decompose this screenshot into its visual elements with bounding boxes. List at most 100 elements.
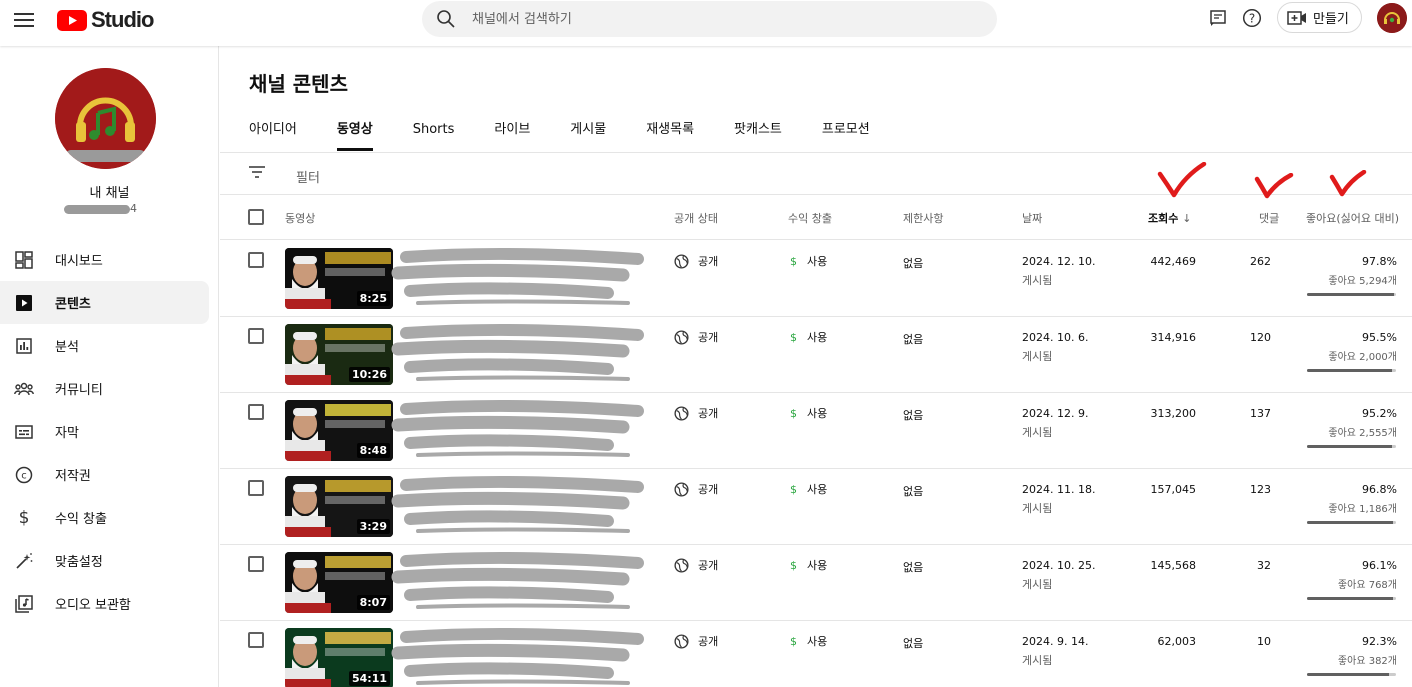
create-button-label: 만들기 <box>1313 12 1349 27</box>
select-all-checkbox[interactable] <box>248 209 264 225</box>
globe-icon <box>674 329 689 345</box>
tab-playlists[interactable]: 재생목록 <box>646 112 694 152</box>
visibility-cell[interactable]: 공개 <box>674 557 718 573</box>
monetization-cell[interactable]: $ 사용 <box>790 405 827 421</box>
menu-icon[interactable] <box>12 8 36 32</box>
visibility-cell[interactable]: 공개 <box>674 329 718 345</box>
table-row[interactable]: 8:25 공개 $ 사용 없음 2024. 12. 10. 게시됨 442,46… <box>220 241 1412 317</box>
date-cell: 2024. 12. 10. <box>1022 255 1096 268</box>
filter-bar[interactable]: 필터 <box>220 153 1412 195</box>
visibility-cell[interactable]: 공개 <box>674 633 718 649</box>
table-row[interactable]: 54:11 공개 $ 사용 없음 2024. 9. 14. 게시됨 62,003… <box>220 621 1412 687</box>
studio-logo[interactable]: Studio <box>57 7 154 33</box>
like-ratio-fill <box>1307 445 1392 448</box>
tab-podcasts[interactable]: 팟캐스트 <box>734 112 782 152</box>
create-button[interactable]: 만들기 <box>1277 2 1362 33</box>
table-row[interactable]: 3:29 공개 $ 사용 없음 2024. 11. 18. 게시됨 157,04… <box>220 469 1412 545</box>
community-icon <box>14 379 34 399</box>
subtitles-icon <box>14 422 34 442</box>
filter-icon[interactable] <box>248 164 266 180</box>
date-cell: 2024. 11. 18. <box>1022 483 1096 496</box>
col-comments[interactable]: 댓글 <box>1259 210 1279 226</box>
table-row[interactable]: 8:07 공개 $ 사용 없음 2024. 10. 25. 게시됨 145,56… <box>220 545 1412 621</box>
sidebar-item-label: 맞춤설정 <box>55 555 103 570</box>
col-likes[interactable]: 좋아요(싫어요 대비) <box>1306 210 1399 226</box>
redacted-title <box>391 475 644 533</box>
col-views[interactable]: 조회수 ↓ <box>1148 210 1191 226</box>
sidebar-item-subtitles[interactable]: 자막 <box>0 410 209 453</box>
tab-shorts[interactable]: Shorts <box>413 112 455 152</box>
visibility-cell[interactable]: 공개 <box>674 253 718 269</box>
monetization-label: 사용 <box>807 331 828 344</box>
row-checkbox[interactable] <box>248 252 264 268</box>
search-input[interactable] <box>472 11 952 27</box>
sidebar-item-analytics[interactable]: 분석 <box>0 324 209 367</box>
row-checkbox[interactable] <box>248 632 264 648</box>
visibility-label: 공개 <box>698 635 719 648</box>
channel-avatar[interactable] <box>55 68 156 169</box>
row-checkbox[interactable] <box>248 328 264 344</box>
customization-icon <box>14 551 34 571</box>
sidebar-item-copyright[interactable]: c 저작권 <box>0 453 209 496</box>
comments-cell: 262 <box>1250 255 1271 268</box>
row-checkbox[interactable] <box>248 404 264 420</box>
comments-cell: 137 <box>1250 407 1271 420</box>
video-thumbnail[interactable]: 8:07 <box>285 552 393 613</box>
video-thumbnail[interactable]: 10:26 <box>285 324 393 385</box>
date-status: 게시됨 <box>1022 502 1053 515</box>
monetization-cell[interactable]: $ 사용 <box>790 557 827 573</box>
account-avatar[interactable] <box>1377 3 1407 33</box>
monetization-cell[interactable]: $ 사용 <box>790 329 827 345</box>
comments-cell: 120 <box>1250 331 1271 344</box>
visibility-cell[interactable]: 공개 <box>674 405 718 421</box>
table-row[interactable]: 10:26 공개 $ 사용 없음 2024. 10. 6. 게시됨 314,91… <box>220 317 1412 393</box>
sidebar-item-community[interactable]: 커뮤니티 <box>0 367 209 410</box>
filter-input[interactable]: 필터 <box>296 167 320 186</box>
tab-ideas[interactable]: 아이디어 <box>249 112 297 152</box>
like-ratio-bar <box>1307 673 1396 676</box>
top-bar: Studio ? 만들기 <box>0 0 1412 46</box>
monetization-cell[interactable]: $ 사용 <box>790 253 827 269</box>
help-icon[interactable]: ? <box>1241 7 1263 29</box>
video-thumbnail[interactable]: 3:29 <box>285 476 393 537</box>
tab-posts[interactable]: 게시물 <box>570 112 606 152</box>
tab-promotions[interactable]: 프로모션 <box>822 112 870 152</box>
tab-videos[interactable]: 동영상 <box>336 112 373 152</box>
monetization-cell[interactable]: $ 사용 <box>790 481 827 497</box>
feedback-icon[interactable] <box>1207 7 1229 29</box>
sidebar-item-label: 분석 <box>55 340 79 355</box>
col-restrictions: 제한사항 <box>903 212 944 225</box>
monetization-cell[interactable]: $ 사용 <box>790 633 827 649</box>
like-count: 좋아요 2,000개 <box>1328 352 1397 363</box>
comments-cell: 32 <box>1257 559 1271 572</box>
video-duration: 3:29 <box>356 519 390 534</box>
video-thumbnail[interactable]: 8:25 <box>285 248 393 309</box>
sidebar-item-customization[interactable]: 맞춤설정 <box>0 539 209 582</box>
monetization-label: 사용 <box>807 255 828 268</box>
date-cell: 2024. 10. 25. <box>1022 559 1096 572</box>
row-checkbox[interactable] <box>248 480 264 496</box>
sort-down-icon: ↓ <box>1182 212 1192 225</box>
sidebar-item-audio-library[interactable]: 오디오 보관함 <box>0 582 209 625</box>
tab-live[interactable]: 라이브 <box>494 112 530 152</box>
video-thumbnail[interactable]: 54:11 <box>285 628 393 687</box>
sidebar-item-content[interactable]: 콘텐츠 <box>0 281 209 324</box>
visibility-label: 공개 <box>698 331 719 344</box>
visibility-cell[interactable]: 공개 <box>674 481 718 497</box>
like-percent: 97.8% <box>1362 255 1397 268</box>
search-icon[interactable] <box>436 9 456 29</box>
col-date[interactable]: 날짜 <box>1022 210 1042 226</box>
globe-icon <box>674 633 689 649</box>
sidebar-item-label: 콘텐츠 <box>55 297 91 312</box>
monetization-label: 사용 <box>807 407 828 420</box>
video-thumbnail[interactable]: 8:48 <box>285 400 393 461</box>
date-cell: 2024. 10. 6. <box>1022 331 1089 344</box>
row-checkbox[interactable] <box>248 556 264 572</box>
sidebar-item-dashboard[interactable]: 대시보드 <box>0 238 209 281</box>
channel-handle: 4 <box>64 202 137 216</box>
date-status: 게시됨 <box>1022 654 1053 667</box>
table-header: 동영상 공개 상태 수익 창출 제한사항 날짜 조회수 ↓ 댓글 좋아요(싫어요… <box>220 195 1412 240</box>
sidebar-item-monetization[interactable]: $ 수익 창출 <box>0 496 209 539</box>
table-row[interactable]: 8:48 공개 $ 사용 없음 2024. 12. 9. 게시됨 313,200… <box>220 393 1412 469</box>
svg-text:c: c <box>21 470 27 481</box>
